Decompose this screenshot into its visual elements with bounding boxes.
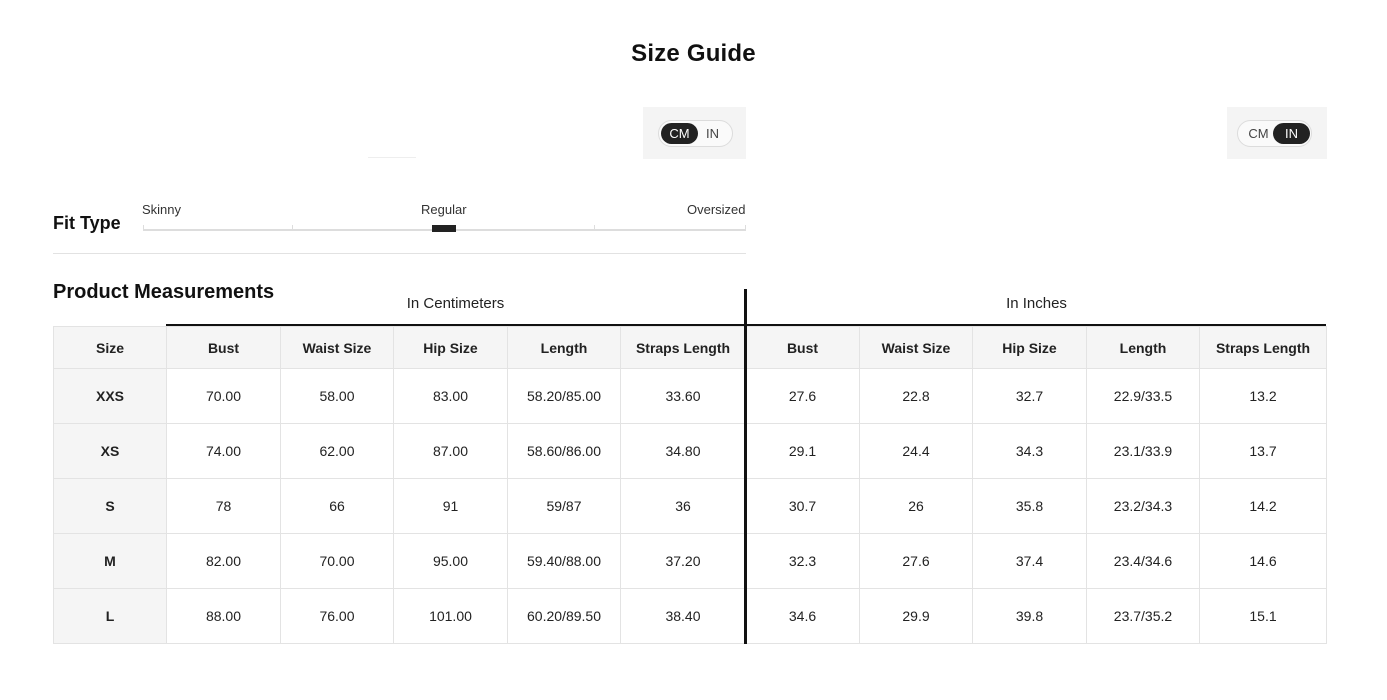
- fit-scale-tick: [292, 225, 293, 231]
- fit-scale-tick: [745, 225, 746, 231]
- table-cell: 30.7: [745, 478, 860, 534]
- table-cell: 23.2/34.3: [1086, 478, 1200, 534]
- fit-type-label: Fit Type: [53, 213, 121, 233]
- unit-toggle-panel-left: CM IN: [643, 107, 746, 159]
- fit-scale-regular: Regular: [421, 202, 467, 217]
- column-header: Straps Length: [1199, 326, 1327, 369]
- unit-option-in[interactable]: IN: [1273, 123, 1310, 144]
- table-row: L 88.00 76.00 101.00 60.20/89.50 38.40 3…: [53, 588, 1327, 644]
- table-cell: 95.00: [393, 533, 508, 589]
- fit-scale-tick: [143, 225, 144, 231]
- table-cell: 35.8: [972, 478, 1087, 534]
- fit-scale-tick: [594, 225, 595, 231]
- divider: [368, 157, 416, 158]
- table-cell: 29.1: [745, 423, 860, 479]
- size-cell: M: [53, 533, 167, 589]
- table-cell: 76.00: [280, 588, 394, 644]
- table-row: S 78 66 91 59/87 36 30.7 26 35.8 23.2/34…: [53, 478, 1327, 534]
- unit-group-divider: [744, 289, 747, 644]
- size-cell: L: [53, 588, 167, 644]
- column-header: Size: [53, 326, 167, 369]
- measurements-table: Size Bust Waist Size Hip Size Length Str…: [53, 326, 1327, 644]
- table-cell: 13.2: [1199, 368, 1327, 424]
- unit-option-in[interactable]: IN: [694, 123, 731, 144]
- table-cell: 91: [393, 478, 508, 534]
- table-cell: 34.6: [745, 588, 860, 644]
- table-cell: 13.7: [1199, 423, 1327, 479]
- table-row: XS 74.00 62.00 87.00 58.60/86.00 34.80 2…: [53, 423, 1327, 479]
- table-cell: 82.00: [166, 533, 281, 589]
- table-row: M 82.00 70.00 95.00 59.40/88.00 37.20 32…: [53, 533, 1327, 589]
- table-cell: 70.00: [280, 533, 394, 589]
- table-cell: 23.7/35.2: [1086, 588, 1200, 644]
- column-header: Waist Size: [280, 326, 394, 369]
- page-title: Size Guide: [631, 40, 756, 67]
- table-cell: 83.00: [393, 368, 508, 424]
- table-cell: 22.8: [859, 368, 973, 424]
- column-header: Straps Length: [620, 326, 746, 369]
- fit-scale-oversized: Oversized: [687, 202, 746, 217]
- size-cell: XXS: [53, 368, 167, 424]
- table-cell: 38.40: [620, 588, 746, 644]
- table-cell: 23.1/33.9: [1086, 423, 1200, 479]
- table-cell: 37.20: [620, 533, 746, 589]
- table-cell: 22.9/33.5: [1086, 368, 1200, 424]
- group-header-cm: In Centimeters: [406, 295, 505, 312]
- group-header-in: In Inches: [1006, 295, 1067, 312]
- table-cell: 37.4: [972, 533, 1087, 589]
- table-cell: 39.8: [972, 588, 1087, 644]
- table-cell: 87.00: [393, 423, 508, 479]
- table-row: XXS 70.00 58.00 83.00 58.20/85.00 33.60 …: [53, 368, 1327, 424]
- size-cell: XS: [53, 423, 167, 479]
- table-header-row: Size Bust Waist Size Hip Size Length Str…: [53, 326, 1327, 369]
- table-cell: 14.6: [1199, 533, 1327, 589]
- table-cell: 36: [620, 478, 746, 534]
- table-cell: 70.00: [166, 368, 281, 424]
- divider: [53, 253, 746, 254]
- table-cell: 62.00: [280, 423, 394, 479]
- table-cell: 23.4/34.6: [1086, 533, 1200, 589]
- table-cell: 32.3: [745, 533, 860, 589]
- size-cell: S: [53, 478, 167, 534]
- table-cell: 74.00: [166, 423, 281, 479]
- table-cell: 32.7: [972, 368, 1087, 424]
- column-header: Bust: [745, 326, 860, 369]
- column-header: Waist Size: [859, 326, 973, 369]
- table-cell: 29.9: [859, 588, 973, 644]
- fit-scale-skinny: Skinny: [142, 202, 182, 217]
- table-cell: 34.3: [972, 423, 1087, 479]
- table-cell: 78: [166, 478, 281, 534]
- unit-toggle[interactable]: CM IN: [1237, 120, 1312, 147]
- column-header: Length: [507, 326, 621, 369]
- table-cell: 33.60: [620, 368, 746, 424]
- table-cell: 59/87: [507, 478, 621, 534]
- table-cell: 60.20/89.50: [507, 588, 621, 644]
- column-header: Hip Size: [972, 326, 1087, 369]
- column-header: Length: [1086, 326, 1200, 369]
- fit-scale-marker: [432, 225, 456, 232]
- unit-toggle-panel-right: CM IN: [1227, 107, 1327, 159]
- table-cell: 58.60/86.00: [507, 423, 621, 479]
- unit-option-cm[interactable]: CM: [1240, 123, 1277, 144]
- table-cell: 27.6: [745, 368, 860, 424]
- table-cell: 88.00: [166, 588, 281, 644]
- table-cell: 15.1: [1199, 588, 1327, 644]
- table-cell: 58.00: [280, 368, 394, 424]
- table-cell: 66: [280, 478, 394, 534]
- column-header: Bust: [166, 326, 281, 369]
- table-cell: 27.6: [859, 533, 973, 589]
- table-cell: 59.40/88.00: [507, 533, 621, 589]
- unit-option-cm[interactable]: CM: [661, 123, 698, 144]
- table-cell: 34.80: [620, 423, 746, 479]
- table-cell: 26: [859, 478, 973, 534]
- table-cell: 101.00: [393, 588, 508, 644]
- column-header: Hip Size: [393, 326, 508, 369]
- table-cell: 14.2: [1199, 478, 1327, 534]
- table-cell: 58.20/85.00: [507, 368, 621, 424]
- unit-toggle[interactable]: CM IN: [658, 120, 733, 147]
- table-cell: 24.4: [859, 423, 973, 479]
